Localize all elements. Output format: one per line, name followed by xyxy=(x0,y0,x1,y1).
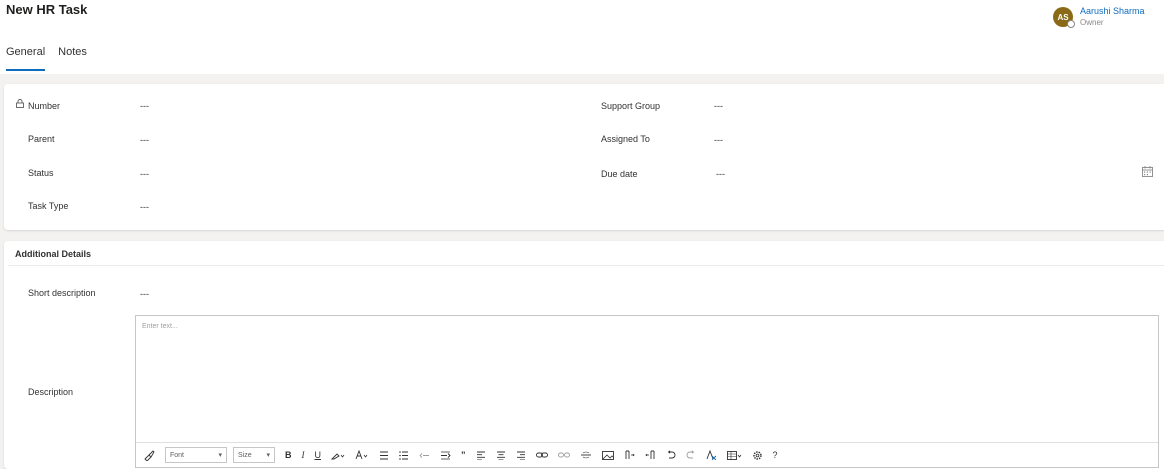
numbered-list-icon[interactable] xyxy=(399,450,409,460)
format-painter-icon[interactable] xyxy=(144,449,155,461)
support-group-label: Support Group xyxy=(601,101,661,111)
description-label: Description xyxy=(28,387,74,397)
parent-field[interactable]: --- xyxy=(140,135,149,145)
owner-info[interactable]: AS Aarushi Sharma Owner xyxy=(1053,6,1145,28)
short-description-label: Short description xyxy=(28,288,96,298)
increase-indent-icon[interactable] xyxy=(440,451,451,460)
link-icon[interactable] xyxy=(535,451,548,459)
tab-list: General Notes xyxy=(6,46,100,71)
font-color-icon[interactable] xyxy=(355,450,369,460)
section-divider xyxy=(8,265,1164,266)
size-select-value: Size xyxy=(238,451,252,459)
chevron-down-icon: ▾ xyxy=(218,452,222,459)
clear-formatting-icon[interactable] xyxy=(706,450,717,460)
description-editor[interactable]: Enter text... Font ▾ Size ▾ B I U ” ? xyxy=(135,315,1159,468)
avatar-initials: AS xyxy=(1057,12,1069,22)
chevron-down-icon: ▾ xyxy=(266,452,270,459)
owner-name-link[interactable]: Aarushi Sharma xyxy=(1080,6,1145,17)
status-field[interactable]: --- xyxy=(140,169,149,179)
due-date-field[interactable]: --- xyxy=(716,169,725,179)
support-group-field[interactable]: --- xyxy=(714,101,723,111)
help-icon[interactable]: ? xyxy=(773,450,778,460)
settings-icon[interactable] xyxy=(752,450,763,461)
assigned-to-field[interactable]: --- xyxy=(714,135,723,145)
general-section: Number --- Parent --- Status --- Task Ty… xyxy=(4,84,1164,230)
tab-notes[interactable]: Notes xyxy=(58,46,87,66)
section-title: Additional Details xyxy=(15,249,92,259)
short-description-field[interactable]: --- xyxy=(140,289,149,299)
bold-button[interactable]: B xyxy=(285,450,292,460)
highlight-icon[interactable] xyxy=(331,450,345,460)
editor-toolbar: Font ▾ Size ▾ B I U ” ? xyxy=(136,442,1158,467)
number-value: --- xyxy=(140,101,149,111)
page-title: New HR Task xyxy=(6,2,88,17)
size-select[interactable]: Size ▾ xyxy=(233,447,275,463)
parent-label: Parent xyxy=(28,134,55,144)
align-center-icon[interactable] xyxy=(496,451,506,460)
task-type-label: Task Type xyxy=(28,201,69,211)
lock-icon xyxy=(16,99,24,108)
ltr-icon[interactable] xyxy=(624,450,635,460)
form-body: Number --- Parent --- Status --- Task Ty… xyxy=(0,74,1164,469)
avatar[interactable]: AS xyxy=(1053,7,1075,28)
form-header: New HR Task AS Aarushi Sharma Owner Gene… xyxy=(0,0,1164,75)
tab-general[interactable]: General xyxy=(6,46,46,71)
presence-icon xyxy=(1067,20,1075,28)
status-label: Status xyxy=(28,168,54,178)
align-left-icon[interactable] xyxy=(476,451,486,460)
table-icon[interactable] xyxy=(726,450,742,460)
undo-icon[interactable] xyxy=(666,450,676,460)
calendar-icon[interactable] xyxy=(1142,166,1153,177)
align-right-icon[interactable] xyxy=(516,451,526,460)
owner-role: Owner xyxy=(1080,18,1104,27)
task-type-field[interactable]: --- xyxy=(140,202,149,212)
number-label: Number xyxy=(28,101,61,111)
font-select[interactable]: Font ▾ xyxy=(165,447,227,463)
rtl-icon[interactable] xyxy=(644,450,656,460)
assigned-to-label: Assigned To xyxy=(601,134,650,144)
underline-button[interactable]: U xyxy=(315,450,322,460)
due-date-label: Due date xyxy=(601,169,638,179)
font-select-value: Font xyxy=(170,451,185,459)
unlink-icon[interactable] xyxy=(557,451,570,459)
redo-icon[interactable] xyxy=(686,450,696,460)
bullet-list-icon[interactable] xyxy=(379,451,389,460)
editor-placeholder: Enter text... xyxy=(142,323,178,330)
italic-button[interactable]: I xyxy=(302,450,305,460)
decrease-indent-icon[interactable] xyxy=(419,451,430,460)
image-icon[interactable] xyxy=(601,450,614,460)
quote-icon[interactable]: ” xyxy=(461,450,466,460)
additional-details-section: Additional Details Short description ---… xyxy=(4,241,1164,469)
strikethrough-icon[interactable] xyxy=(580,451,592,459)
